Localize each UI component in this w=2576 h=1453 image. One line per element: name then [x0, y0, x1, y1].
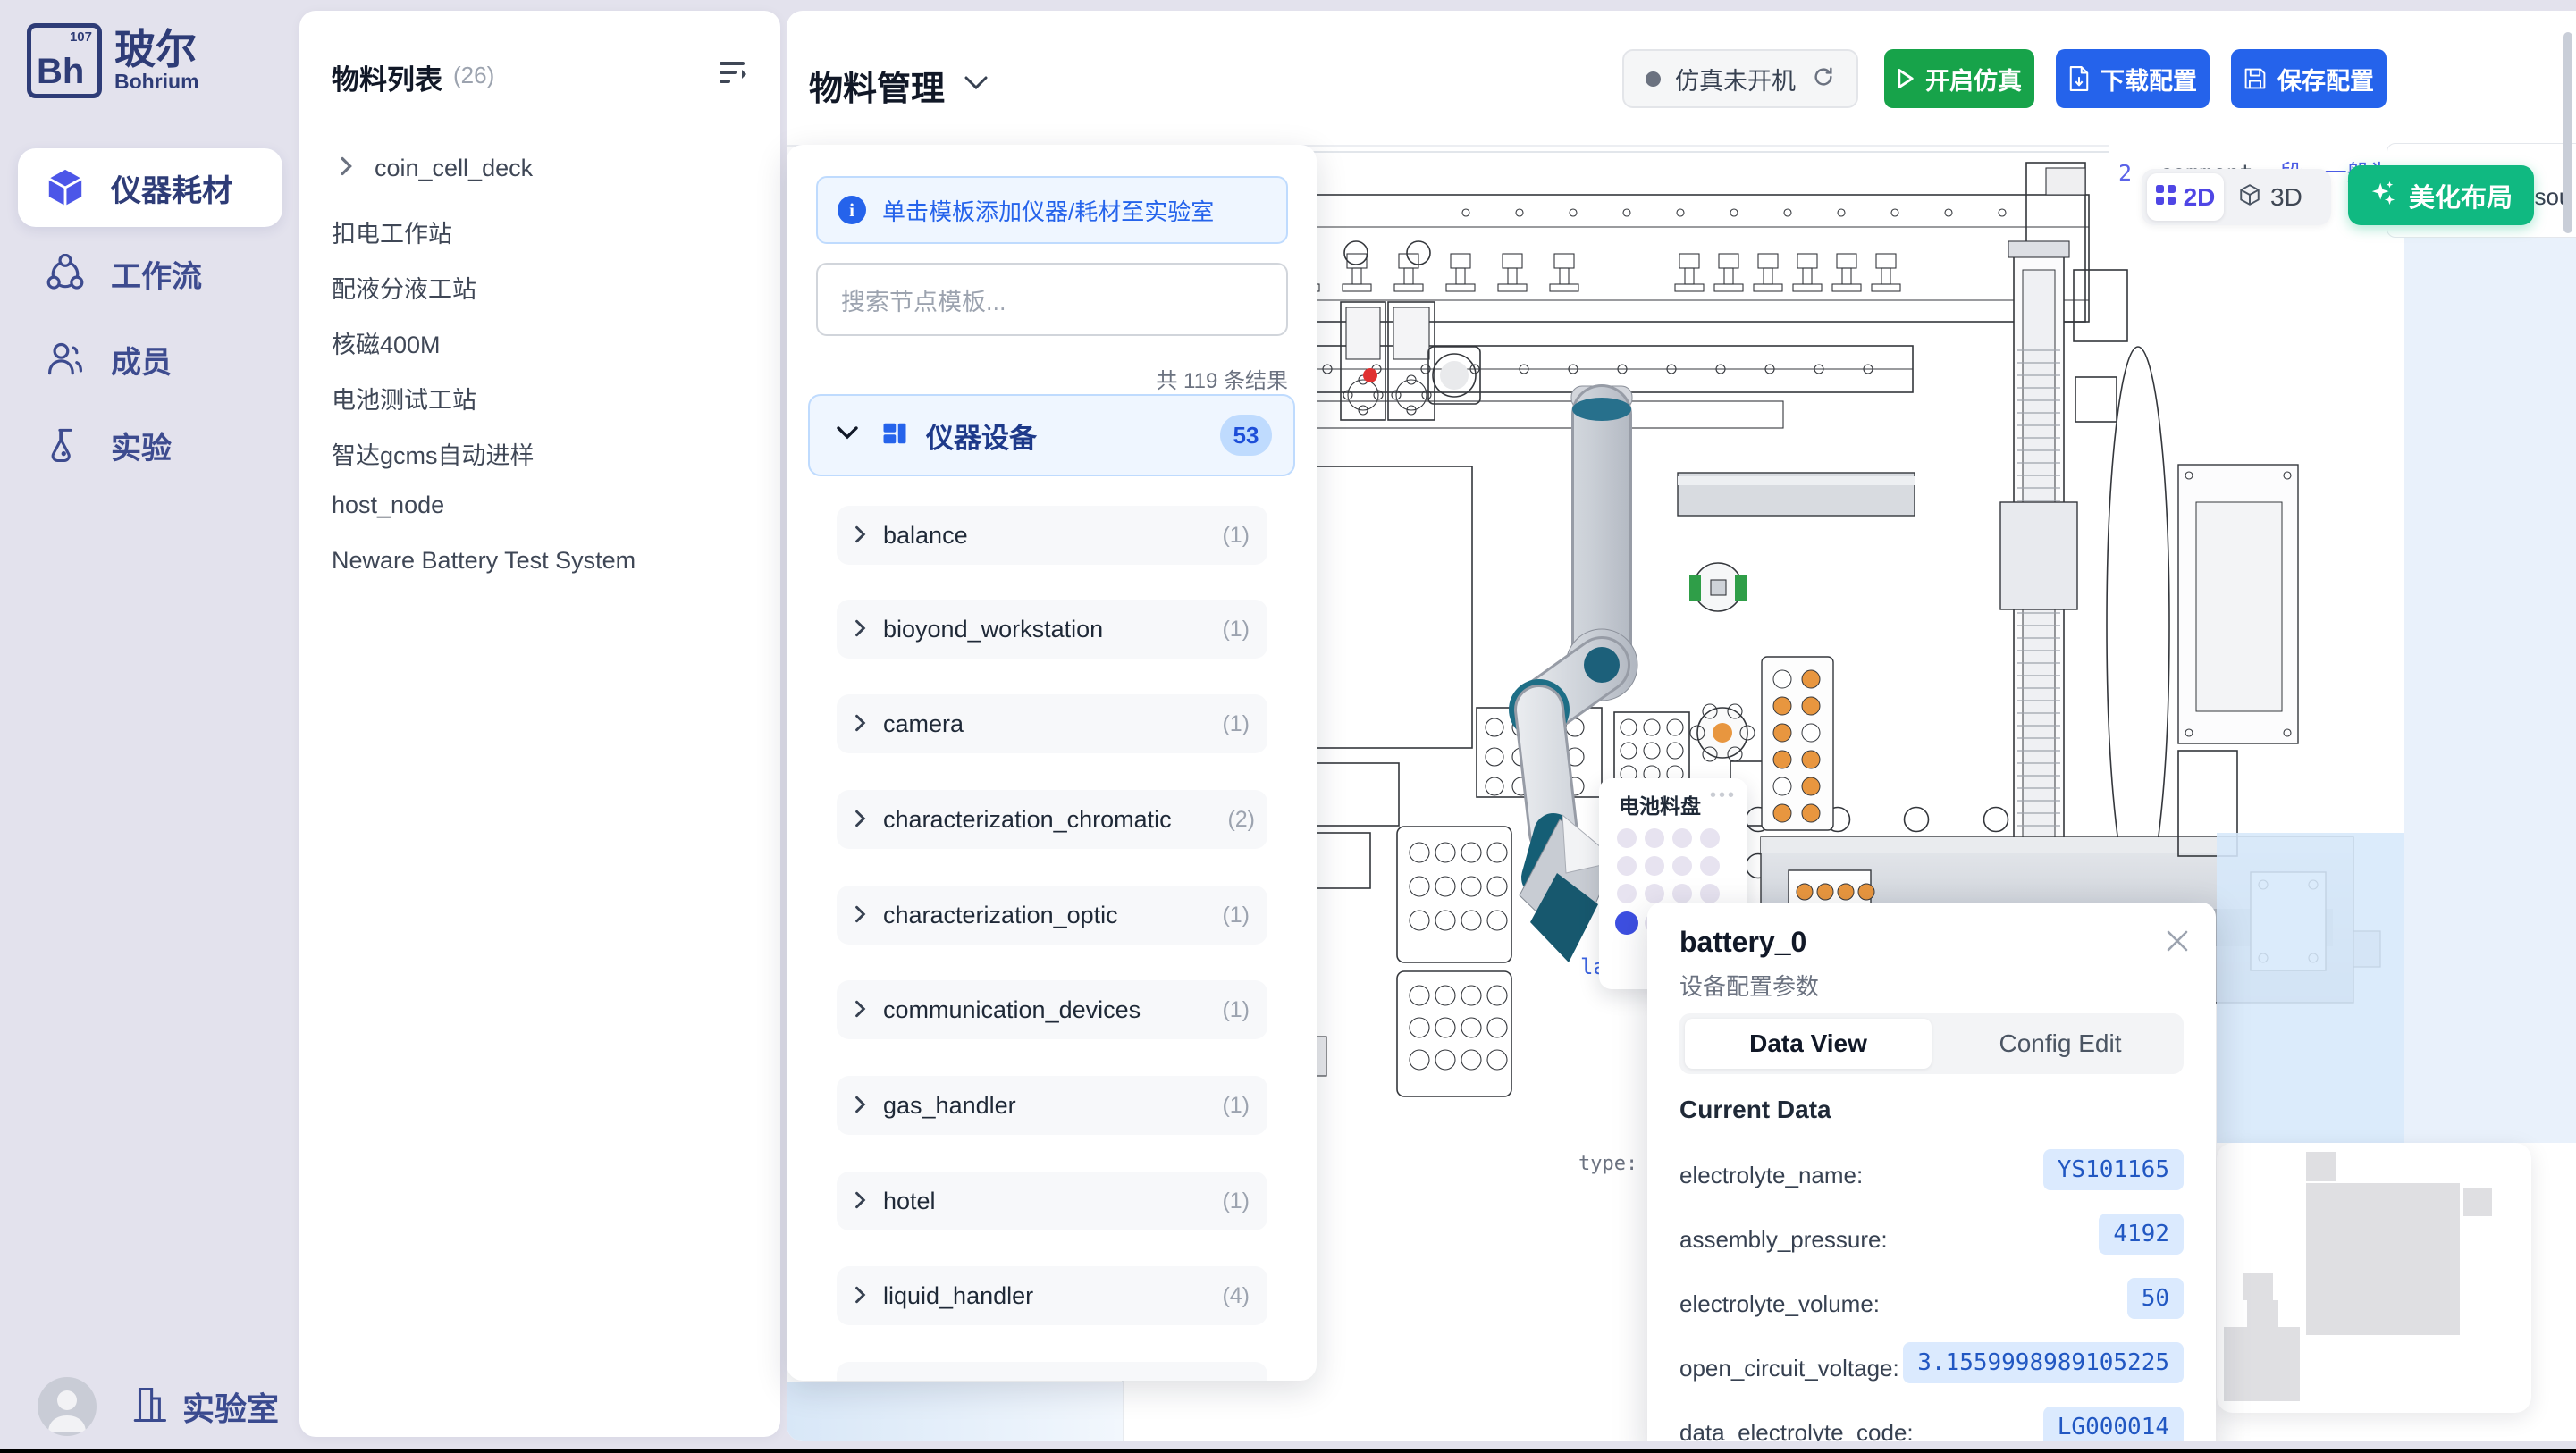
- material-item[interactable]: Neware Battery Test System: [332, 547, 636, 575]
- status-dot-icon: [1646, 71, 1661, 87]
- workflow-icon: [45, 253, 86, 294]
- group-count-badge: 53: [1220, 415, 1272, 456]
- sidebar-item-members[interactable]: 成员: [18, 320, 282, 399]
- popup-section-title: Current Data: [1679, 1096, 1831, 1124]
- page-title: 物料管理: [809, 61, 945, 110]
- canvas-selection-zone: [2217, 833, 2404, 1143]
- param-label: data_electrolyte_code:: [1679, 1419, 1914, 1441]
- bohrium-logo-icon: 107 Bh: [27, 23, 102, 98]
- battery-tray-title: 电池料盘: [1619, 789, 1701, 819]
- grid-2d-icon: [2156, 185, 2176, 209]
- template-category[interactable]: neware_battery_test_system(1): [837, 1362, 1267, 1381]
- material-item[interactable]: 核磁400M: [332, 325, 441, 360]
- members-icon: [45, 339, 86, 380]
- chevron-down-icon: [837, 426, 858, 444]
- view-mode-toggle: 2D 3D: [2142, 169, 2331, 225]
- device-config-popup: battery_0 设备配置参数 Data View Config Edit C…: [1647, 903, 2216, 1441]
- building-icon: [130, 1384, 168, 1430]
- close-icon[interactable]: [2164, 928, 2191, 959]
- material-item[interactable]: 电池测试工站: [332, 381, 476, 416]
- save-config-button[interactable]: 保存配置: [2231, 49, 2387, 108]
- param-label: electrolyte_name:: [1679, 1162, 1863, 1189]
- search-input[interactable]: 搜索节点模板...: [816, 263, 1288, 336]
- refresh-icon[interactable]: [1812, 65, 1835, 93]
- param-value[interactable]: LG000014: [2043, 1407, 2184, 1441]
- sidebar-item-instruments[interactable]: 仪器耗材: [18, 148, 282, 227]
- sidebar-item-lab[interactable]: 实验室: [130, 1379, 279, 1434]
- param-value[interactable]: 3.1559998989105225: [1903, 1342, 2184, 1383]
- template-category[interactable]: characterization_chromatic(2): [837, 790, 1267, 849]
- material-list-title: 物料列表: [332, 57, 442, 97]
- template-category[interactable]: hotel(1): [837, 1172, 1267, 1230]
- hint-banner: 单击模板添加仪器/耗材至实验室: [816, 176, 1288, 244]
- param-label: open_circuit_voltage:: [1679, 1355, 1899, 1382]
- param-value[interactable]: 4192: [2099, 1214, 2184, 1255]
- category-group-header[interactable]: 仪器设备 53: [808, 394, 1295, 476]
- canvas-bottom-gradient: [787, 1382, 1123, 1441]
- bottom-edge: [0, 1449, 2576, 1453]
- sim-status-badge[interactable]: 仿真未开机: [1622, 49, 1858, 108]
- download-config-button[interactable]: 下载配置: [2056, 49, 2210, 108]
- beautify-layout-button[interactable]: 美化布局: [2348, 165, 2534, 225]
- collapse-list-icon[interactable]: [718, 59, 748, 90]
- material-item[interactable]: host_node: [332, 491, 444, 519]
- info-icon: [838, 196, 866, 224]
- tray-menu-icon[interactable]: [1710, 785, 1737, 806]
- sparkles-icon: [2370, 180, 2396, 211]
- start-simulation-button[interactable]: 开启仿真: [1884, 49, 2034, 108]
- template-category[interactable]: balance(1): [837, 506, 1267, 565]
- popup-tabs: Data View Config Edit: [1679, 1013, 2184, 1074]
- canvas-right-strip: [2404, 147, 2576, 1143]
- material-item[interactable]: 智达gcms自动进样: [332, 436, 535, 471]
- template-category[interactable]: communication_devices(1): [837, 980, 1267, 1039]
- template-palette: 单击模板添加仪器/耗材至实验室 搜索节点模板... 共 119 条结果 仪器设备…: [787, 145, 1317, 1381]
- material-tree-item[interactable]: coin_cell_deck: [339, 150, 533, 186]
- template-category[interactable]: bioyond_workstation(1): [837, 600, 1267, 659]
- toggle-2d[interactable]: 2D: [2147, 173, 2224, 221]
- sidebar-item-workflow[interactable]: 工作流: [18, 234, 282, 313]
- sidebar: 107 Bh 玻尔 Bohrium 仪器耗材 工作流 成员: [0, 0, 299, 1449]
- brand-name-en: Bohrium: [114, 70, 199, 94]
- param-value[interactable]: YS101165: [2043, 1149, 2184, 1190]
- popup-title: battery_0: [1679, 926, 1806, 959]
- template-category[interactable]: gas_handler(1): [837, 1076, 1267, 1135]
- sidebar-item-experiments[interactable]: 实验: [18, 406, 282, 484]
- brand-name-zh: 玻尔: [114, 29, 199, 70]
- chevron-down-icon: [964, 76, 988, 95]
- scrollbar-thumb[interactable]: [2563, 32, 2572, 233]
- param-label: electrolyte_volume:: [1679, 1290, 1880, 1318]
- material-list-count: (26): [453, 62, 494, 89]
- brand-logo: 107 Bh 玻尔 Bohrium: [27, 23, 199, 98]
- search-placeholder: 搜索节点模板...: [841, 282, 1006, 317]
- experiment-icon: [45, 424, 86, 466]
- toggle-3d[interactable]: 3D: [2238, 183, 2302, 212]
- cube-icon: [45, 167, 86, 208]
- material-item[interactable]: 配液分液工站: [332, 270, 476, 305]
- result-count: 共 119 条结果: [816, 363, 1288, 394]
- template-category[interactable]: camera(1): [837, 694, 1267, 753]
- template-category[interactable]: liquid_handler(4): [837, 1266, 1267, 1325]
- material-item[interactable]: 扣电工作站: [332, 214, 452, 249]
- template-category[interactable]: characterization_optic(1): [837, 886, 1267, 945]
- param-value[interactable]: 50: [2127, 1278, 2184, 1319]
- chevron-right-icon: [339, 156, 355, 181]
- tab-config-edit[interactable]: Config Edit: [1937, 1013, 2184, 1074]
- cube-3d-icon: [2238, 183, 2261, 211]
- minimap[interactable]: [2217, 1143, 2531, 1413]
- app-root: 107 Bh 玻尔 Bohrium 仪器耗材 工作流 成员: [0, 0, 2576, 1453]
- tab-data-view[interactable]: Data View: [1685, 1019, 1932, 1069]
- material-list-panel: 物料列表 (26) coin_cell_deck 扣电工作站 配液分液工站 核磁…: [299, 11, 780, 1437]
- page-title-row[interactable]: 物料管理: [809, 61, 988, 110]
- param-label: assembly_pressure:: [1679, 1226, 1888, 1254]
- user-avatar[interactable]: [38, 1377, 97, 1436]
- devices-layout-icon: [881, 420, 908, 451]
- popup-subtitle: 设备配置参数: [1679, 969, 1819, 1002]
- battery-slot-selected[interactable]: [1615, 911, 1638, 935]
